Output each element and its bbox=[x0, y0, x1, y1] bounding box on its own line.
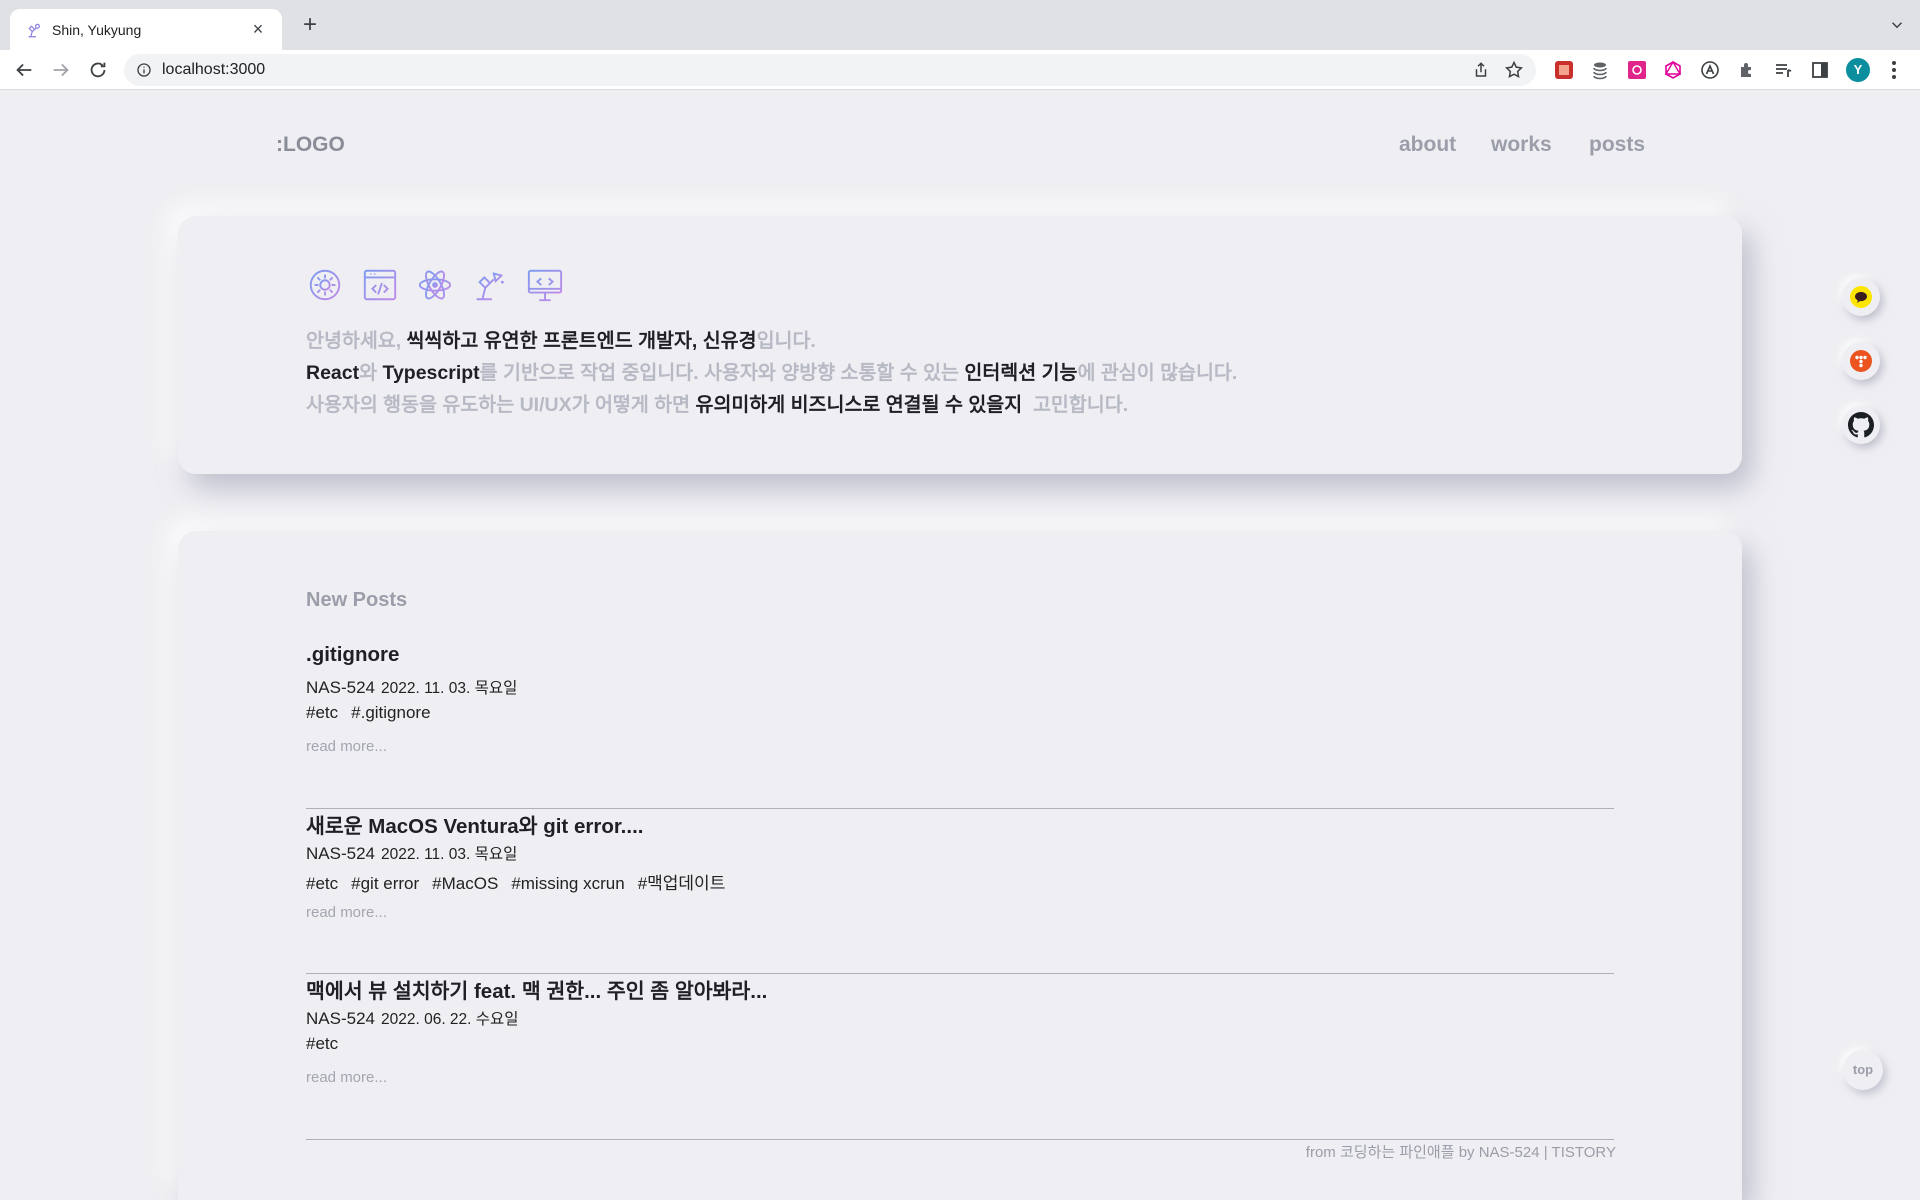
profile-avatar[interactable]: Y bbox=[1846, 58, 1870, 82]
tab-strip: Shin, Yukyung × + bbox=[0, 0, 1920, 50]
lamp-favicon-icon bbox=[28, 23, 40, 37]
side-panel-icon[interactable] bbox=[1810, 60, 1830, 80]
post-tag[interactable]: #.gitignore bbox=[351, 703, 430, 722]
post-tags: #etc bbox=[306, 1034, 351, 1054]
post-author: NAS-524 bbox=[306, 678, 375, 697]
post-tag[interactable]: #맥업데이트 bbox=[638, 874, 726, 893]
nav-posts[interactable]: posts bbox=[1589, 133, 1645, 157]
section-title: New Posts bbox=[306, 589, 408, 611]
share-icon[interactable] bbox=[1472, 61, 1490, 79]
post-date: 2022. 06. 22. 수요일 bbox=[380, 1011, 519, 1028]
bookmark-star-icon[interactable] bbox=[1504, 60, 1524, 80]
post-meta: NAS-524 2022. 11. 03. 목요일 bbox=[306, 842, 517, 864]
read-more-link[interactable]: read more... bbox=[306, 1069, 387, 1086]
post-meta: NAS-524 2022. 06. 22. 수요일 bbox=[306, 1007, 519, 1029]
puzzle-extensions-icon[interactable] bbox=[1737, 60, 1757, 80]
new-tab-icon[interactable]: + bbox=[296, 12, 324, 40]
post-title[interactable]: 맥에서 뷰 설치하기 feat. 맥 권한... 주인 좀 알아봐라... bbox=[306, 974, 767, 1004]
post-tags: #etc #git error #MacOS #missing xcrun #맥업데이트 bbox=[306, 869, 738, 894]
intro-line-2: React와 Typescript를 기반으로 작업 중입니다. 사용자와 양방… bbox=[306, 357, 1237, 389]
intro-highlight: Typescript bbox=[382, 362, 480, 384]
intro-line-1: 안녕하세요, 씩씩하고 유연한 프론트엔드 개발자, 신유경입니다. bbox=[306, 325, 1237, 357]
browser-toolbar: localhost:3000 bbox=[0, 50, 1920, 90]
info-icon[interactable] bbox=[136, 62, 152, 78]
post-list: .gitignore NAS-524 2022. 11. 03. 목요일 #etc… bbox=[306, 643, 1614, 1140]
post-tags: #etc #.gitignore bbox=[306, 703, 444, 723]
intro-text: 안녕하세요, 씩씩하고 유연한 프론트엔드 개발자, 신유경입니다. React… bbox=[306, 325, 1237, 421]
post-item[interactable]: 맥에서 뷰 설치하기 feat. 맥 권한... 주인 좀 알아봐라... NA… bbox=[306, 974, 1614, 1140]
react-atom-icon bbox=[418, 270, 452, 300]
intro-highlight: 인터렉션 기능 bbox=[964, 362, 1078, 384]
forward-arrow-icon[interactable] bbox=[50, 59, 72, 81]
intro-segment: 사용자의 행동을 유도하는 UI/UX가 어떻게 하면 bbox=[306, 394, 696, 416]
intro-segment: 에 관심이 많습니다. bbox=[1077, 362, 1238, 384]
intro-segment: 안녕하세요, bbox=[306, 330, 407, 352]
nav-about[interactable]: about bbox=[1399, 133, 1456, 157]
post-title[interactable]: 새로운 MacOS Ventura와 git error.... bbox=[306, 809, 643, 839]
monitor-code-icon bbox=[527, 269, 563, 302]
tistory-icon bbox=[1850, 350, 1872, 372]
intro-highlight: 씩씩하고 유연한 프론트엔드 개발자, 신유경 bbox=[406, 330, 757, 352]
posts-card: New Posts .gitignore NAS-524 2022. 11. 03… bbox=[178, 531, 1742, 1200]
extension-pink-icon[interactable] bbox=[1627, 60, 1647, 80]
extension-red-icon[interactable] bbox=[1554, 60, 1574, 80]
intro-segment: 입니다. bbox=[756, 330, 816, 352]
github-button[interactable] bbox=[1842, 406, 1880, 444]
skill-icons bbox=[306, 266, 564, 304]
nav-works[interactable]: works bbox=[1491, 133, 1552, 157]
post-tag[interactable]: #MacOS bbox=[432, 874, 498, 893]
intro-segment: 고민합니다. bbox=[1022, 394, 1129, 416]
post-author: NAS-524 bbox=[306, 844, 375, 863]
intro-line-3: 사용자의 행동을 유도하는 UI/UX가 어떻게 하면 유의미하게 비즈니스로 … bbox=[306, 389, 1237, 421]
kakao-chat-icon bbox=[1850, 286, 1872, 308]
back-arrow-icon[interactable] bbox=[13, 59, 35, 81]
post-author: NAS-524 bbox=[306, 1009, 375, 1028]
database-icon[interactable] bbox=[1590, 60, 1610, 80]
close-tab-icon[interactable]: × bbox=[248, 19, 268, 40]
chevron-down-icon[interactable] bbox=[1888, 16, 1906, 34]
scroll-top-button[interactable]: top bbox=[1843, 1050, 1883, 1090]
intro-card: 안녕하세요, 씩씩하고 유연한 프론트엔드 개발자, 신유경입니다. React… bbox=[178, 216, 1742, 474]
post-title[interactable]: .gitignore bbox=[306, 643, 399, 667]
post-tag[interactable]: #etc bbox=[306, 1034, 338, 1053]
accessibility-a-icon[interactable] bbox=[1700, 60, 1720, 80]
tistory-button[interactable] bbox=[1842, 342, 1880, 380]
media-queue-icon[interactable] bbox=[1773, 60, 1793, 80]
read-more-link[interactable]: read more... bbox=[306, 738, 387, 755]
post-tag[interactable]: #etc bbox=[306, 703, 338, 722]
intro-highlight: 유의미하게 비즈니스로 연결될 수 있을지 bbox=[695, 394, 1023, 416]
intro-highlight: React bbox=[306, 362, 360, 384]
post-tag[interactable]: #etc bbox=[306, 874, 338, 893]
read-more-link[interactable]: read more... bbox=[306, 904, 387, 921]
github-icon bbox=[1848, 412, 1874, 438]
browser-tab[interactable]: Shin, Yukyung × bbox=[10, 9, 282, 50]
post-tag[interactable]: #git error bbox=[351, 874, 419, 893]
code-window-icon bbox=[363, 269, 397, 301]
post-meta: NAS-524 2022. 11. 03. 목요일 bbox=[306, 676, 517, 698]
intro-segment: 와 bbox=[359, 362, 383, 384]
post-item[interactable]: .gitignore NAS-524 2022. 11. 03. 목요일 #etc… bbox=[306, 643, 1614, 809]
kakao-button[interactable] bbox=[1842, 278, 1880, 316]
web-settings-icon bbox=[309, 269, 341, 301]
post-tag[interactable]: #missing xcrun bbox=[511, 874, 624, 893]
post-date: 2022. 11. 03. 목요일 bbox=[380, 680, 518, 697]
desk-lamp-icon bbox=[476, 272, 504, 301]
tab-title: Shin, Yukyung bbox=[52, 21, 142, 38]
graphql-icon[interactable] bbox=[1663, 60, 1683, 80]
site-logo[interactable]: :LOGO bbox=[276, 133, 345, 157]
url-text[interactable]: localhost:3000 bbox=[162, 61, 265, 79]
intro-segment: 를 기반으로 작업 중입니다. 사용자와 양방향 소통할 수 있는 bbox=[479, 362, 965, 384]
posts-footer[interactable]: from 코딩하는 파인애플 by NAS-524 | TISTORY bbox=[1306, 1141, 1616, 1162]
post-item[interactable]: 새로운 MacOS Ventura와 git error.... NAS-524… bbox=[306, 809, 1614, 974]
post-date: 2022. 11. 03. 목요일 bbox=[380, 846, 518, 863]
address-bar[interactable]: localhost:3000 bbox=[124, 54, 1536, 86]
more-menu-icon[interactable] bbox=[1884, 58, 1904, 82]
reload-icon[interactable] bbox=[87, 59, 109, 81]
